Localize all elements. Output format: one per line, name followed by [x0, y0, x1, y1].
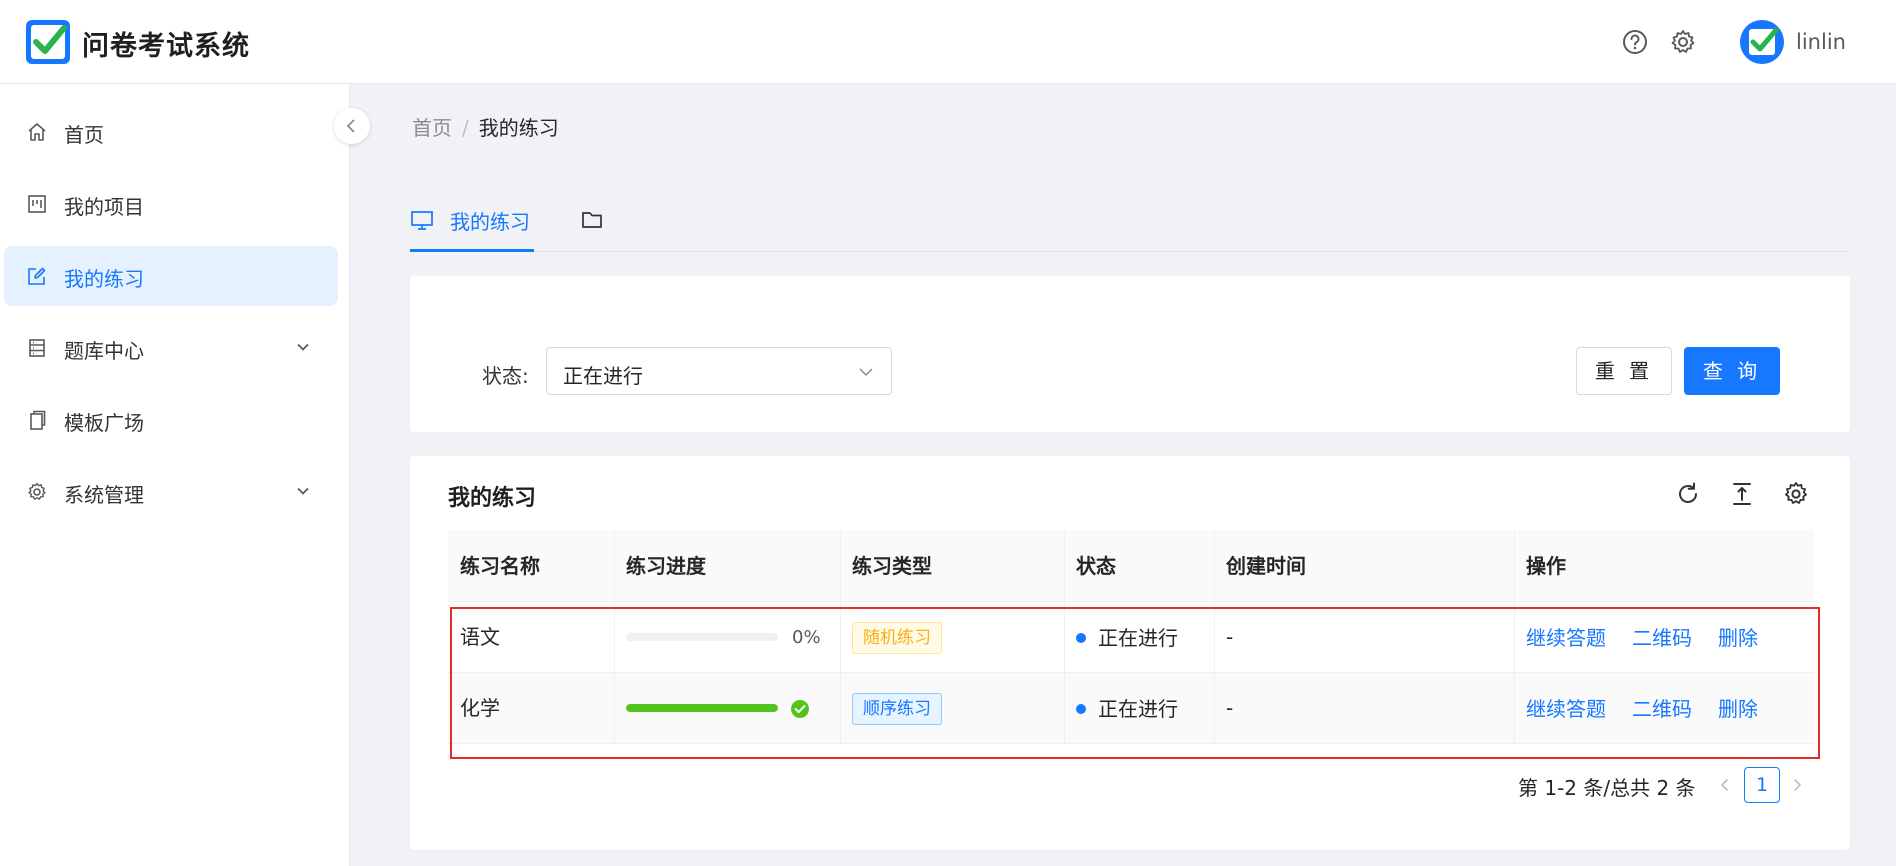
home-icon	[28, 123, 46, 141]
table-row: 语文 0% 随机练习 正在进行 - 继续答题 二维码 删除	[448, 602, 1814, 673]
sidebar-item-label: 我的项目	[64, 195, 144, 219]
progress-percent: 0%	[792, 627, 821, 648]
qrcode-link[interactable]: 二维码	[1632, 673, 1692, 745]
sidebar-item-home[interactable]: 首页	[4, 102, 338, 162]
database-icon	[29, 339, 45, 357]
project-icon	[28, 195, 46, 213]
chevron-down-icon	[859, 368, 873, 377]
filter-panel: 状态: 正在进行 重 置 查 询	[410, 276, 1850, 432]
status-text: 正在进行	[1098, 626, 1178, 650]
user-avatar[interactable]	[1740, 20, 1784, 64]
copy-icon	[30, 410, 46, 430]
sidebar-item-label: 首页	[64, 123, 104, 147]
created-time: -	[1226, 625, 1234, 649]
table-title: 我的练习	[448, 486, 537, 511]
qrcode-link[interactable]: 二维码	[1632, 602, 1692, 674]
sidebar-item-system[interactable]: 系统管理	[4, 462, 338, 522]
reload-icon[interactable]	[1674, 480, 1702, 508]
status-select-value: 正在进行	[563, 364, 643, 388]
continue-answer-link[interactable]: 继续答题	[1526, 673, 1606, 745]
settings-gear-icon[interactable]	[1668, 27, 1698, 57]
practice-type-tag: 顺序练习	[852, 693, 942, 725]
username[interactable]: linlin	[1796, 30, 1846, 54]
app-title: 问卷考试系统	[82, 31, 250, 62]
practice-name: 语文	[460, 625, 500, 649]
pagination-summary: 第 1-2 条/总共 2 条	[1518, 776, 1696, 800]
status-select[interactable]: 正在进行	[546, 347, 892, 395]
folder-icon[interactable]	[580, 208, 604, 232]
delete-link[interactable]: 删除	[1718, 673, 1758, 745]
breadcrumb: 首页 / 我的练习	[412, 112, 559, 141]
chevron-right-icon[interactable]	[1788, 776, 1806, 794]
sidebar-item-label: 模板广场	[64, 411, 144, 435]
column-header: 操作	[1526, 554, 1566, 578]
progress-bar	[626, 704, 778, 712]
check-circle-icon	[791, 700, 809, 718]
practice-type-tag: 随机练习	[852, 622, 942, 654]
chevron-left-icon	[346, 119, 355, 133]
practice-name: 化学	[460, 696, 500, 720]
reset-button[interactable]: 重 置	[1576, 347, 1672, 395]
query-button[interactable]: 查 询	[1684, 347, 1780, 395]
top-header: 问卷考试系统 linlin	[0, 0, 1896, 84]
check-logo-icon	[33, 25, 67, 54]
column-header: 创建时间	[1226, 554, 1306, 578]
help-icon[interactable]	[1620, 27, 1650, 57]
tab-bar: 我的练习	[410, 190, 1850, 252]
continue-answer-link[interactable]: 继续答题	[1526, 602, 1606, 674]
progress-bar	[626, 633, 778, 641]
status-dot	[1076, 633, 1086, 643]
breadcrumb-current: 我的练习	[478, 116, 559, 140]
column-header: 状态	[1076, 554, 1116, 578]
sidebar-item-label: 系统管理	[64, 483, 144, 507]
chevron-down-icon	[297, 487, 309, 495]
column-header: 练习进度	[626, 554, 706, 578]
created-time: -	[1226, 696, 1234, 720]
tab-label: 我的练习	[450, 210, 530, 234]
gear-icon	[28, 482, 46, 500]
avatar-check-icon	[1749, 27, 1779, 55]
app-logo[interactable]	[26, 20, 70, 64]
breadcrumb-separator: /	[462, 116, 469, 140]
delete-link[interactable]: 删除	[1718, 602, 1758, 674]
table-row: 化学 顺序练习 正在进行 - 继续答题 二维码 删除	[448, 673, 1814, 744]
desktop-icon	[411, 211, 433, 230]
pagination-page-1[interactable]: 1	[1744, 767, 1780, 803]
table-settings-icon[interactable]	[1782, 480, 1810, 508]
chevron-down-icon	[297, 343, 309, 351]
progress-fill	[626, 704, 778, 712]
column-header: 练习类型	[852, 554, 932, 578]
sidebar-collapse-button[interactable]	[334, 108, 370, 144]
status-filter-label: 状态:	[482, 364, 529, 388]
sidebar-item-templates[interactable]: 模板广场	[4, 390, 338, 450]
edit-icon	[28, 267, 46, 285]
tab-my-practice[interactable]: 我的练习	[410, 190, 534, 252]
column-header: 练习名称	[460, 554, 540, 578]
chevron-left-icon[interactable]	[1716, 776, 1734, 794]
sidebar-item-label: 我的练习	[64, 267, 144, 291]
sidebar-item-label: 题库中心	[64, 339, 144, 363]
column-height-icon[interactable]	[1728, 480, 1756, 508]
sidebar: 首页 我的项目 我的练习 题库中心 模板广场 系统管理	[0, 84, 350, 866]
sidebar-item-projects[interactable]: 我的项目	[4, 174, 338, 234]
breadcrumb-home[interactable]: 首页	[412, 116, 452, 140]
sidebar-item-my-practice[interactable]: 我的练习	[4, 246, 338, 306]
sidebar-item-question-bank[interactable]: 题库中心	[4, 318, 338, 378]
status-dot	[1076, 704, 1086, 714]
table-header: 练习名称 练习进度 练习类型 状态 创建时间 操作	[448, 530, 1814, 602]
status-text: 正在进行	[1098, 697, 1178, 721]
